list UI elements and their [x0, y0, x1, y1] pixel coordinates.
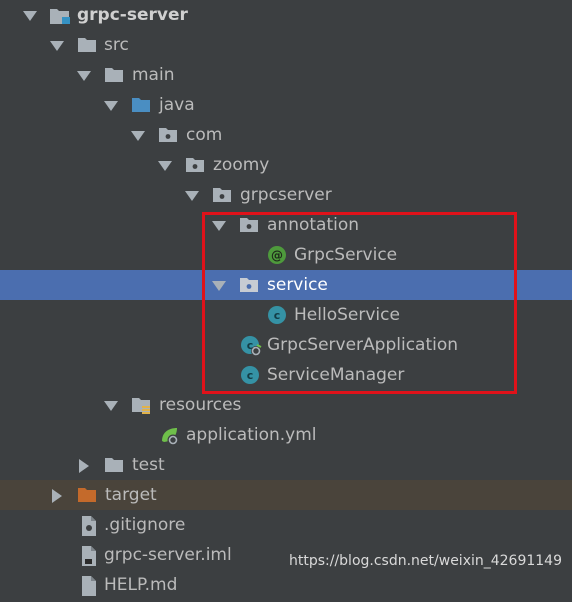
expand-arrow-icon[interactable]	[212, 281, 226, 291]
tree-item-com[interactable]: com	[0, 120, 572, 150]
tree-item-label: test	[132, 455, 165, 475]
tree-item-label: com	[186, 125, 223, 145]
package-icon	[185, 157, 204, 173]
tree-item-annotation[interactable]: annotation	[0, 210, 572, 240]
tree-item-label: GrpcServerApplication	[267, 335, 459, 355]
svg-text:c: c	[247, 369, 254, 382]
svg-text:c: c	[274, 309, 281, 322]
tree-item-label: annotation	[267, 215, 360, 235]
tree-item-label: GrpcService	[294, 245, 398, 265]
svg-text:@: @	[271, 249, 283, 263]
tree-item-label: grpc-server.iml	[104, 545, 232, 565]
tree-item-label: src	[104, 35, 129, 55]
spring-boot-class-icon: c	[240, 335, 262, 356]
folder-icon	[77, 37, 96, 53]
tree-item-label: HelloService	[294, 305, 400, 325]
tree-item-service[interactable]: service	[0, 270, 572, 300]
package-icon	[239, 217, 258, 233]
excluded-folder-icon	[77, 487, 96, 503]
tree-item-label: zoomy	[213, 155, 270, 175]
tree-item-label: java	[159, 95, 195, 115]
folder-icon	[104, 67, 123, 83]
tree-item-grpc-server[interactable]: grpc-server	[0, 0, 572, 30]
tree-item-java[interactable]: java	[0, 90, 572, 120]
expand-arrow-icon[interactable]	[212, 221, 226, 231]
annotation-icon: @	[267, 245, 286, 264]
tree-item-test[interactable]: test	[0, 450, 572, 480]
tree-item-label: HELP.md	[104, 575, 178, 595]
watermark-url: https://blog.csdn.net/weixin_42691149	[288, 553, 562, 569]
tree-item-help-md[interactable]: HELP.md	[0, 570, 572, 600]
resources-folder-icon	[131, 397, 150, 414]
class-icon: c	[240, 365, 259, 384]
tree-item-label: grpc-server	[77, 5, 188, 25]
expand-arrow-icon[interactable]	[77, 71, 91, 81]
collapse-arrow-icon[interactable]	[52, 489, 62, 503]
expand-arrow-icon[interactable]	[158, 161, 172, 171]
expand-arrow-icon[interactable]	[185, 191, 199, 201]
tree-item-grpcserver[interactable]: grpcserver	[0, 180, 572, 210]
tree-item-main[interactable]: main	[0, 60, 572, 90]
tree-item-grpcserverapplication[interactable]: c GrpcServerApplication	[0, 330, 572, 360]
tree-item-label: application.yml	[186, 425, 317, 445]
tree-item-label: main	[132, 65, 175, 85]
tree-item-target[interactable]: target	[0, 480, 572, 510]
tree-item-resources[interactable]: resources	[0, 390, 572, 420]
tree-item-label: grpcserver	[240, 185, 332, 205]
spring-yml-icon	[159, 425, 179, 446]
class-icon: c	[267, 305, 286, 324]
tree-item-label: ServiceManager	[267, 365, 405, 385]
text-file-icon	[80, 515, 98, 536]
source-root-folder-icon	[131, 97, 150, 113]
package-icon	[239, 277, 258, 293]
expand-arrow-icon[interactable]	[104, 101, 118, 111]
tree-item-zoomy[interactable]: zoomy	[0, 150, 572, 180]
module-folder-icon	[49, 7, 70, 24]
tree-item-application-yml[interactable]: application.yml	[0, 420, 572, 450]
tree-item-servicemanager[interactable]: c ServiceManager	[0, 360, 572, 390]
iml-file-icon	[80, 545, 98, 566]
tree-item-helloservice[interactable]: c HelloService	[0, 300, 572, 330]
tree-item-src[interactable]: src	[0, 30, 572, 60]
package-icon	[212, 187, 231, 203]
expand-arrow-icon[interactable]	[104, 401, 118, 411]
collapse-arrow-icon[interactable]	[79, 459, 89, 473]
markdown-file-icon	[80, 575, 98, 596]
tree-item-gitignore[interactable]: .gitignore	[0, 510, 572, 540]
folder-icon	[104, 457, 123, 473]
tree-item-grpcservice[interactable]: @ GrpcService	[0, 240, 572, 270]
expand-arrow-icon[interactable]	[50, 41, 64, 51]
expand-arrow-icon[interactable]	[23, 11, 37, 21]
tree-item-label: service	[267, 275, 328, 295]
tree-item-label: resources	[159, 395, 242, 415]
expand-arrow-icon[interactable]	[131, 131, 145, 141]
package-icon	[158, 127, 177, 143]
tree-item-label: target	[105, 485, 157, 505]
tree-item-label: .gitignore	[104, 515, 186, 535]
